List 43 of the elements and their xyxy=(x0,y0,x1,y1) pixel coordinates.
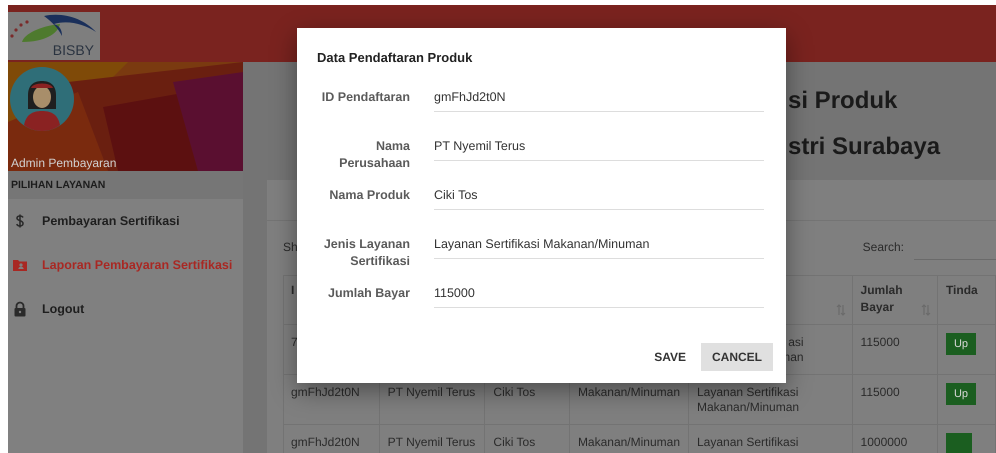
save-button[interactable]: SAVE xyxy=(643,343,697,371)
table-cell-text: 115000 xyxy=(860,335,900,350)
update-button[interactable]: Up xyxy=(946,333,976,355)
update-button[interactable]: Up xyxy=(946,383,976,405)
table-cell-text: Makanan/Minuman xyxy=(578,385,680,400)
page-title: stri Surabaya xyxy=(788,135,942,159)
table-cell-text: Ciki Tos xyxy=(493,385,536,400)
table-cell-text: PT Nyemil Terus xyxy=(388,385,476,400)
field-label: Nama Produk xyxy=(328,187,410,204)
profile-name: Admin Pembayaran xyxy=(10,156,118,171)
avatar xyxy=(10,67,74,131)
column-header: Jumlah xyxy=(860,282,903,299)
cancel-button[interactable]: CANCEL xyxy=(701,343,773,371)
logo-text: BISBY xyxy=(52,42,94,58)
update-button[interactable] xyxy=(946,433,972,453)
table-cell-text: 115000 xyxy=(860,385,900,400)
column-header: Bayar xyxy=(860,299,894,316)
sidebar-item[interactable]: Logout xyxy=(8,287,243,331)
table-cell-text: Ciki Tos xyxy=(493,435,536,450)
sidebar-item[interactable]: Pembayaran Sertifikasi xyxy=(8,199,243,243)
field-label: Nama Perusahaan xyxy=(338,138,410,172)
column-header: Tinda xyxy=(946,282,978,299)
show-entries-label: Sh xyxy=(283,240,298,254)
page-title: si Produk xyxy=(788,89,898,113)
table-cell-text: PT Nyemil Terus xyxy=(388,435,476,450)
table-cell-text: Makanan/Minuman xyxy=(697,400,800,415)
table-cell-text: gmFhJd2t0N xyxy=(291,435,360,450)
table-cell-text: 7 xyxy=(291,335,298,350)
search-label: Search: xyxy=(862,240,904,254)
field-label: Jumlah Bayar xyxy=(327,285,410,302)
table-cell-text: Layanan Sertifikasi xyxy=(697,435,798,450)
column-header: I xyxy=(291,282,294,299)
table-cell-text: gmFhJd2t0N xyxy=(291,385,360,400)
field-label: Jenis Layanan Sertifikasi xyxy=(322,236,410,270)
field-label: ID Pendaftaran xyxy=(320,89,410,106)
folder-person-icon xyxy=(12,257,28,273)
dialog-title: Data Pendaftaran Produk xyxy=(317,49,474,67)
table-cell-text: Makanan/Minuman xyxy=(578,435,680,450)
table-cell-text: 1000000 xyxy=(860,435,908,450)
table-cell-text: asi xyxy=(788,335,804,350)
section-header: PILIHAN LAYANAN xyxy=(8,171,243,199)
lock-icon xyxy=(12,301,28,317)
table-cell-text: Layanan Sertifikasi xyxy=(697,385,798,400)
